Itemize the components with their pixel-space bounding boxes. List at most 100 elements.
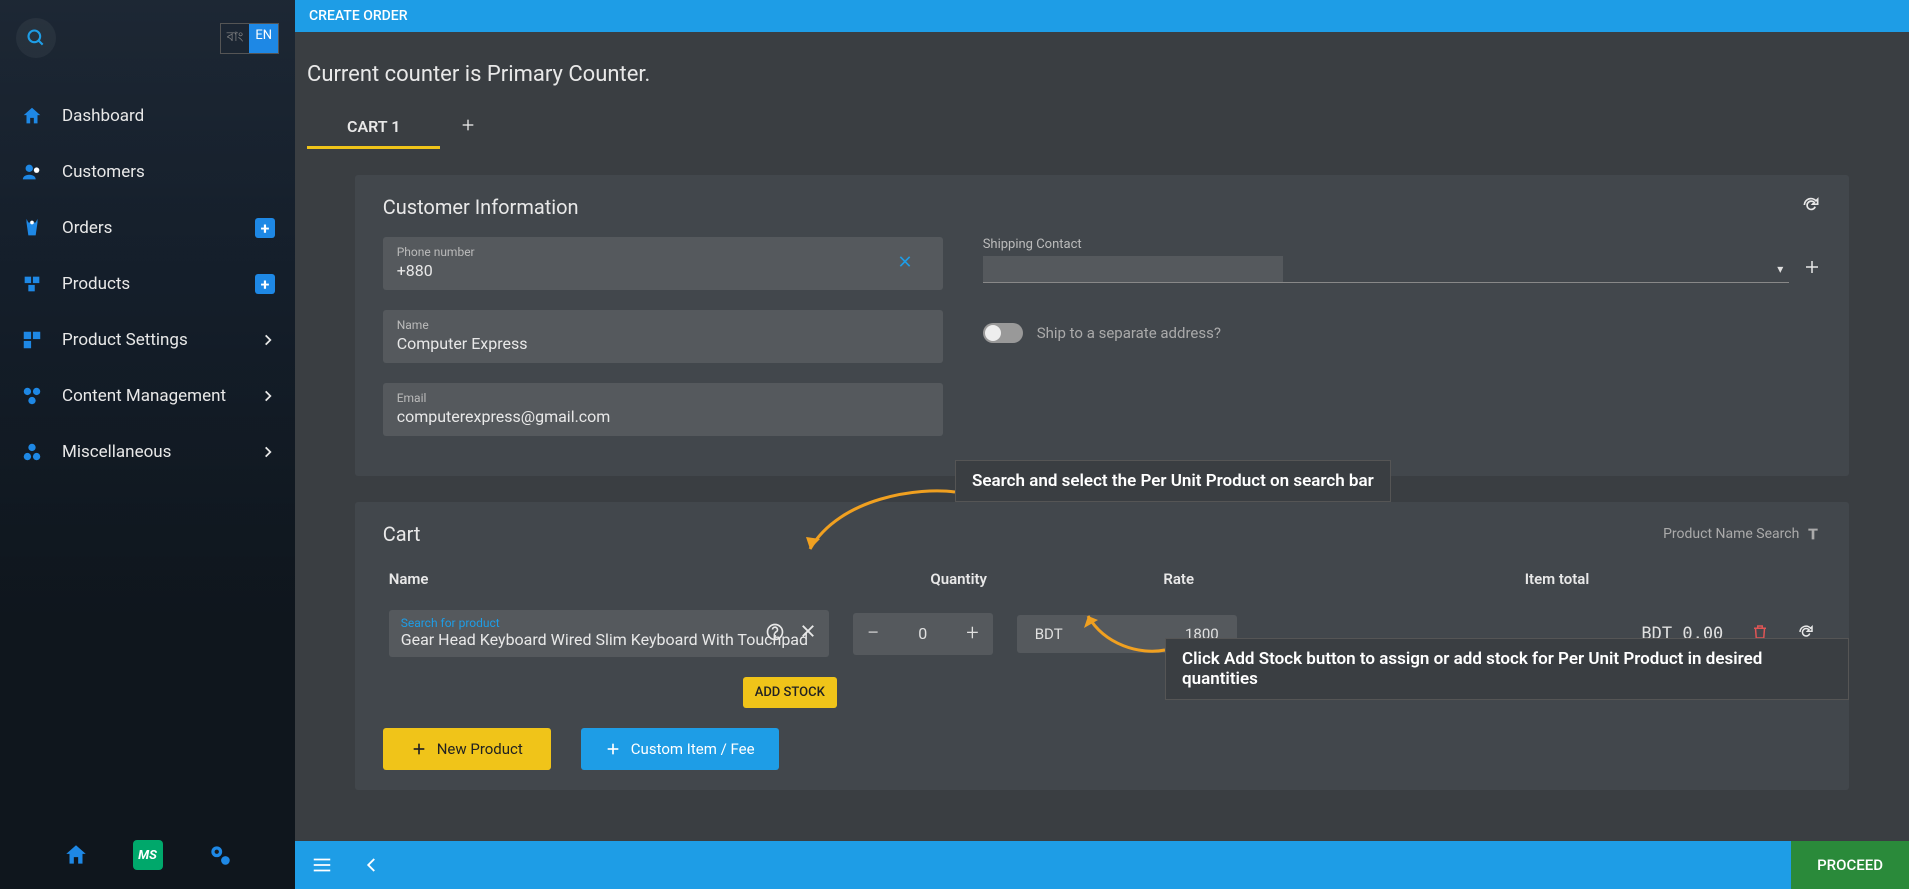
email-field[interactable]: Email computerexpress@gmail.com bbox=[383, 383, 943, 436]
shipping-contact-label: Shipping Contact bbox=[983, 237, 1822, 252]
name-label: Name bbox=[397, 318, 929, 332]
nav-label: Customers bbox=[62, 162, 145, 182]
shipping-contact-select[interactable]: ▾ bbox=[983, 256, 1790, 283]
main-area: CREATE ORDER Current counter is Primary … bbox=[295, 0, 1909, 889]
product-clear-button[interactable] bbox=[799, 622, 817, 646]
help-icon bbox=[765, 622, 785, 642]
customer-info-card: Customer Information Phone number +880 bbox=[355, 175, 1850, 476]
add-product-icon[interactable]: + bbox=[255, 274, 275, 294]
footer-home-button[interactable] bbox=[60, 839, 92, 871]
product-search-field[interactable]: Search for product Gear Head Keyboard Wi… bbox=[389, 610, 829, 657]
name-value: Computer Express bbox=[397, 334, 929, 353]
close-icon bbox=[799, 622, 817, 640]
nav-customers[interactable]: Customers bbox=[0, 144, 295, 200]
page-title: CREATE ORDER bbox=[309, 8, 408, 24]
content-icon bbox=[20, 384, 44, 408]
email-label: Email bbox=[397, 391, 929, 405]
nav-label: Products bbox=[62, 274, 130, 294]
search-mode-toggle[interactable]: Product Name Search bbox=[1663, 526, 1821, 542]
callout-add-stock: Click Add Stock button to assign or add … bbox=[1165, 638, 1849, 700]
chevron-right-icon bbox=[261, 333, 275, 347]
nav-dashboard[interactable]: Dashboard bbox=[0, 88, 295, 144]
menu-button[interactable] bbox=[311, 854, 333, 876]
home-icon bbox=[63, 842, 89, 868]
footer-settings-button[interactable] bbox=[204, 839, 236, 871]
col-item-total: Item total bbox=[1299, 570, 1816, 588]
nav-miscellaneous[interactable]: Miscellaneous bbox=[0, 424, 295, 480]
add-stock-button[interactable]: ADD STOCK bbox=[743, 677, 837, 708]
callout-search: Search and select the Per Unit Product o… bbox=[955, 460, 1391, 502]
plus-icon bbox=[605, 741, 621, 757]
nav-products[interactable]: Products + bbox=[0, 256, 295, 312]
phone-value: +880 bbox=[397, 261, 929, 280]
nav-orders[interactable]: Orders + bbox=[0, 200, 295, 256]
refresh-customer-button[interactable] bbox=[1801, 195, 1821, 219]
hamburger-icon bbox=[311, 854, 333, 876]
custom-item-button[interactable]: Custom Item / Fee bbox=[581, 728, 779, 770]
product-search-label: Search for product bbox=[401, 616, 817, 630]
sidebar-search-button[interactable] bbox=[16, 18, 56, 58]
nav-label: Product Settings bbox=[62, 330, 188, 350]
plus-icon bbox=[411, 741, 427, 757]
qty-increase-button[interactable]: + bbox=[966, 623, 978, 645]
chevron-down-icon: ▾ bbox=[1777, 262, 1783, 276]
ship-separate-toggle[interactable] bbox=[983, 323, 1023, 343]
ms-badge: MS bbox=[133, 840, 163, 870]
lang-en[interactable]: EN bbox=[249, 24, 278, 53]
counter-info: Current counter is Primary Counter. bbox=[307, 62, 1897, 87]
language-switch[interactable]: বাং EN bbox=[220, 23, 279, 54]
sidebar: বাং EN Dashboard Customers Orders + bbox=[0, 0, 295, 889]
close-icon bbox=[897, 253, 913, 269]
misc-icon bbox=[20, 440, 44, 464]
settings-icon bbox=[20, 328, 44, 352]
qty-value[interactable]: 0 bbox=[918, 624, 927, 643]
customer-section-title: Customer Information bbox=[383, 195, 579, 219]
new-product-button[interactable]: New Product bbox=[383, 728, 551, 770]
ship-separate-label: Ship to a separate address? bbox=[1037, 324, 1221, 342]
bottombar: PROCEED bbox=[295, 841, 1909, 889]
nav-content-management[interactable]: Content Management bbox=[0, 368, 295, 424]
back-button[interactable] bbox=[363, 854, 381, 876]
arrow-icon bbox=[1080, 610, 1170, 660]
tab-cart-1[interactable]: CART 1 bbox=[307, 105, 440, 148]
add-shipping-contact-button[interactable] bbox=[1803, 257, 1821, 282]
custom-item-label: Custom Item / Fee bbox=[631, 740, 755, 758]
plus-icon bbox=[1803, 258, 1821, 276]
gear-icon bbox=[207, 842, 233, 868]
orders-icon bbox=[20, 216, 44, 240]
text-format-icon bbox=[1805, 526, 1821, 542]
products-icon bbox=[20, 272, 44, 296]
clear-phone-button[interactable] bbox=[897, 253, 913, 274]
product-help-button[interactable] bbox=[765, 622, 785, 646]
nav-label: Miscellaneous bbox=[62, 442, 171, 462]
quantity-stepper: − 0 + bbox=[853, 613, 993, 655]
chevron-right-icon bbox=[261, 445, 275, 459]
plus-icon bbox=[460, 117, 476, 133]
lang-bn[interactable]: বাং bbox=[221, 24, 250, 53]
new-product-label: New Product bbox=[437, 740, 523, 758]
qty-decrease-button[interactable]: − bbox=[867, 623, 880, 645]
col-rate: Rate bbox=[1059, 570, 1299, 588]
nav-product-settings[interactable]: Product Settings bbox=[0, 312, 295, 368]
search-icon bbox=[26, 28, 46, 48]
phone-field[interactable]: Phone number +880 bbox=[383, 237, 943, 290]
name-field[interactable]: Name Computer Express bbox=[383, 310, 943, 363]
arrow-icon bbox=[800, 477, 960, 557]
add-cart-tab[interactable] bbox=[460, 114, 476, 139]
topbar: CREATE ORDER bbox=[295, 0, 1909, 32]
chevron-right-icon bbox=[261, 389, 275, 403]
proceed-button[interactable]: PROCEED bbox=[1791, 841, 1909, 889]
col-name: Name bbox=[389, 570, 859, 588]
refresh-icon bbox=[1801, 195, 1821, 215]
cart-section-title: Cart bbox=[383, 522, 421, 546]
cart-tabs: CART 1 bbox=[307, 105, 1897, 149]
footer-ms-button[interactable]: MS bbox=[132, 839, 164, 871]
chevron-left-icon bbox=[363, 856, 381, 874]
email-value: computerexpress@gmail.com bbox=[397, 407, 929, 426]
add-order-icon[interactable]: + bbox=[255, 218, 275, 238]
users-icon bbox=[20, 160, 44, 184]
nav-label: Dashboard bbox=[62, 106, 144, 126]
search-mode-label: Product Name Search bbox=[1663, 526, 1799, 542]
nav-label: Content Management bbox=[62, 386, 226, 406]
product-search-value: Gear Head Keyboard Wired Slim Keyboard W… bbox=[401, 630, 817, 649]
